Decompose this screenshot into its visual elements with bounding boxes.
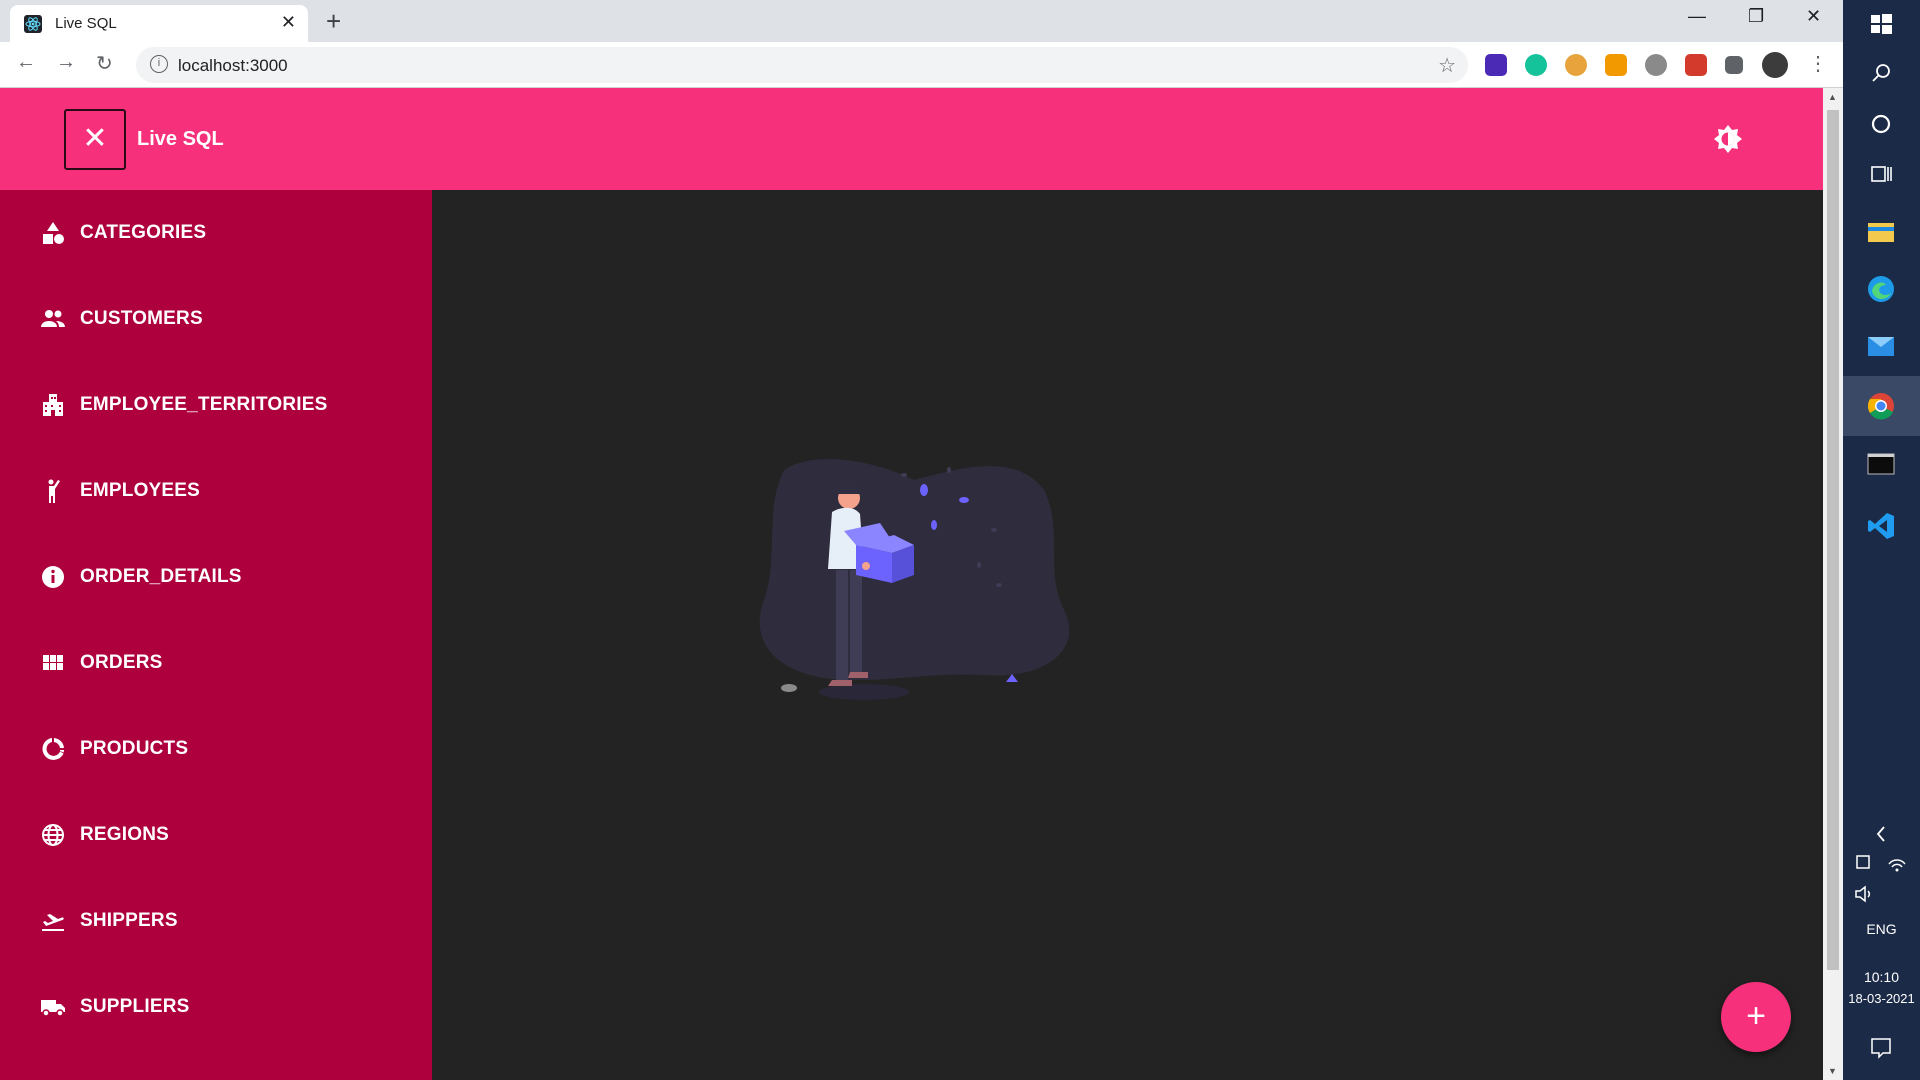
reload-icon[interactable]: ↻ [96,51,113,76]
sidebar-item-label: CATEGORIES [80,222,207,243]
main-content: + [432,190,1823,1080]
wifi-icon[interactable] [1885,850,1909,874]
sidebar-item-shippers[interactable]: SHIPPERS [0,878,432,964]
puzzle-icon[interactable] [1725,56,1743,74]
app-header: ✕ Live SQL [0,88,1823,190]
profile-avatar[interactable] [1762,52,1788,78]
page-scrollbar[interactable]: ▲ ▼ [1823,88,1843,1080]
truck-icon [41,1000,65,1017]
sidebar-item-label: SHIPPERS [80,910,178,931]
sidebar: CATEGORIES CUSTOMERS EMPLOYEE_TERRITORIE… [0,190,432,1080]
donut-icon [42,738,64,760]
person-raise-icon [48,479,60,503]
browser-toolbar: ← → ↻ i localhost:3000 ☆ ⋮ [0,42,1843,88]
sidebar-item-suppliers[interactable]: SUPPLIERS [0,964,432,1050]
clock-time[interactable]: 10:10 [1843,969,1920,985]
edge-browser-icon[interactable] [1865,273,1897,305]
sidebar-item-employees[interactable]: EMPLOYEES [0,448,432,534]
sidebar-item-label: ORDERS [80,652,163,673]
sidebar-item-categories[interactable]: CATEGORIES [0,190,432,276]
restore-button[interactable]: ❐ [1748,6,1764,27]
flight-takeoff-icon [42,914,64,931]
bookmark-star-icon[interactable]: ☆ [1438,53,1456,78]
empty-state-illustration [759,459,1070,700]
sidebar-item-label: SUPPLIERS [80,996,190,1017]
people-icon [41,310,65,327]
sidebar-item-regions[interactable]: REGIONS [0,792,432,878]
info-icon [42,566,64,588]
sidebar-item-label: ORDER_DETAILS [80,566,242,587]
terminal-icon[interactable] [1865,448,1897,480]
clock-date[interactable]: 18-03-2021 [1843,991,1920,1006]
tab-title: Live SQL [55,15,117,32]
minimize-button[interactable]: — [1688,6,1706,27]
tab-close-icon[interactable]: ✕ [281,12,296,33]
browser-tab[interactable]: Live SQL ✕ [10,5,308,42]
notifications-icon[interactable] [1865,1031,1897,1063]
file-explorer-icon[interactable] [1865,216,1897,248]
forward-arrow-icon[interactable]: → [56,51,76,74]
volume-icon[interactable] [1853,882,1877,906]
cookie-icon[interactable] [1565,54,1587,76]
globe-icon [42,824,64,846]
browser-tab-strip: Live SQL ✕ + — ❐ ✕ [0,0,1843,42]
bug-icon[interactable] [1645,54,1667,76]
more-menu-icon[interactable]: ⋮ [1808,51,1828,76]
scroll-down-icon[interactable]: ▼ [1828,1066,1837,1076]
cortana-icon[interactable] [1865,108,1897,140]
address-bar[interactable]: i localhost:3000 ☆ [136,47,1468,83]
scroll-up-icon[interactable]: ▲ [1828,92,1837,102]
info-icon[interactable]: i [150,55,168,73]
sidebar-item-orders[interactable]: ORDERS [0,620,432,706]
extension-off-icon[interactable] [1605,54,1627,76]
sidebar-item-customers[interactable]: CUSTOMERS [0,276,432,362]
sidebar-item-label: PRODUCTS [80,738,189,759]
back-arrow-icon[interactable]: ← [16,51,36,74]
grammarly-icon[interactable] [1525,54,1547,76]
windows-start-icon[interactable] [1865,8,1897,40]
react-favicon-icon [24,15,42,33]
add-fab-button[interactable]: + [1721,982,1791,1052]
extension-1-icon[interactable] [1485,54,1507,76]
close-drawer-button[interactable]: ✕ [64,109,126,170]
url-text[interactable]: localhost:3000 [178,56,288,76]
windows-taskbar: ENG 10:10 18-03-2021 [1843,0,1920,1080]
mail-icon[interactable] [1865,330,1897,362]
sidebar-item-products[interactable]: PRODUCTS [0,706,432,792]
grid-icon [43,655,63,670]
new-tab-button[interactable]: + [326,6,341,37]
building-icon [43,394,63,416]
meet-now-icon[interactable] [1853,850,1877,874]
app-title: Live SQL [137,128,224,150]
language-indicator[interactable]: ENG [1843,921,1920,937]
scroll-thumb[interactable] [1827,110,1839,970]
vscode-icon[interactable] [1865,510,1897,542]
task-view-icon[interactable] [1865,158,1897,190]
sidebar-item-order-details[interactable]: ORDER_DETAILS [0,534,432,620]
sidebar-item-label: CUSTOMERS [80,308,203,329]
search-icon[interactable] [1865,58,1897,90]
sidebar-item-employee-territories[interactable]: EMPLOYEE_TERRITORIES [0,362,432,448]
sidebar-item-label: EMPLOYEE_TERRITORIES [80,394,328,415]
theme-toggle-icon[interactable] [1713,124,1743,154]
sidebar-item-label: REGIONS [80,824,170,845]
chrome-icon[interactable] [1865,390,1897,422]
close-window-button[interactable]: ✕ [1806,6,1821,27]
sidebar-item-label: EMPLOYEES [80,480,201,501]
chevron-left-icon[interactable] [1865,818,1897,850]
shapes-icon [43,222,64,244]
extension-red-icon[interactable] [1685,54,1707,76]
